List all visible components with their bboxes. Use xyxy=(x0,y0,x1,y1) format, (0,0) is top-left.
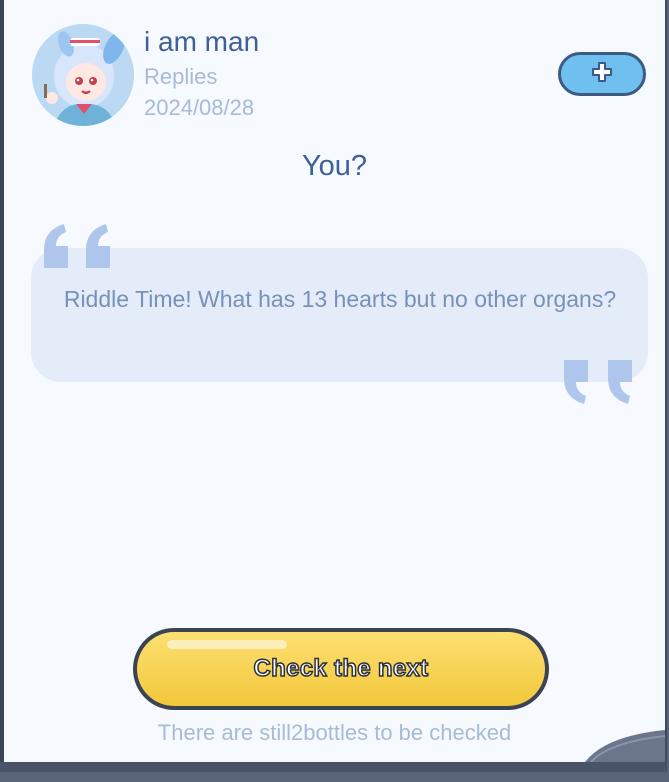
corner-fold-decoration xyxy=(585,730,665,762)
card-left-edge xyxy=(0,0,4,762)
add-friend-button[interactable] xyxy=(558,52,646,96)
username: i am man xyxy=(144,26,260,57)
close-quote-icon xyxy=(560,356,642,413)
avatar[interactable] xyxy=(32,24,134,126)
post-type-label: Replies xyxy=(144,64,218,89)
question-text: You? xyxy=(301,150,368,182)
check-next-label: Check the next xyxy=(253,654,429,683)
check-next-button[interactable]: Check the next xyxy=(133,628,549,710)
plus-icon xyxy=(591,61,613,88)
message-text: Riddle Time! What has 13 hearts but no o… xyxy=(63,286,617,312)
open-quote-icon xyxy=(40,220,120,277)
avatar-image xyxy=(32,24,134,126)
check-next-button-face: Check the next xyxy=(137,632,545,706)
remaining-bottles-text: There are still2bottles to be checked xyxy=(157,720,512,745)
post-date: 2024/08/28 xyxy=(144,95,255,120)
bottle-card: i am man Replies 2024/08/28 You? Riddle … xyxy=(0,0,667,772)
